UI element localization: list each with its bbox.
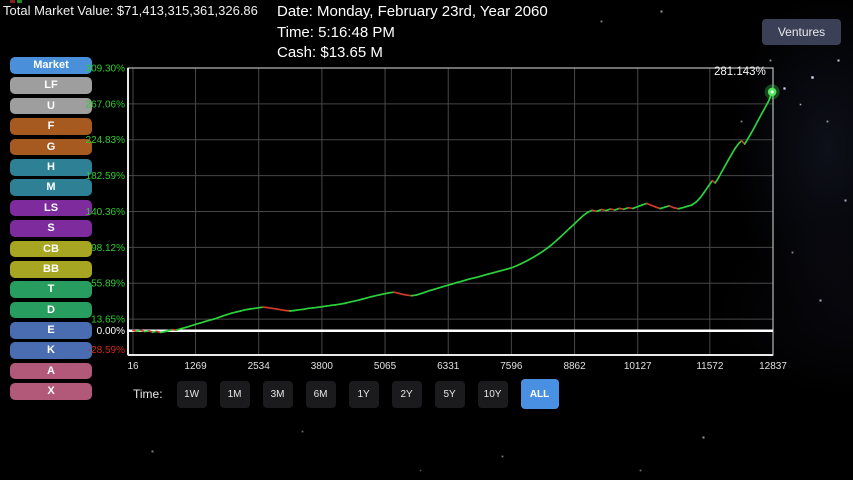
- series-segment: [570, 224, 575, 228]
- time-range-1y-button[interactable]: 1Y: [349, 381, 379, 408]
- y-axis-tick-label: -28.59%: [88, 345, 125, 356]
- series-segment: [748, 133, 751, 139]
- time-range-all-button[interactable]: ALL: [521, 379, 559, 409]
- y-axis-tick-label: 55.89%: [91, 279, 125, 290]
- x-axis-tick-label: 10127: [624, 361, 652, 372]
- series-segment: [751, 127, 754, 133]
- series-segment: [190, 324, 195, 326]
- series-segment: [552, 241, 556, 245]
- x-axis-tick-label: 1269: [184, 361, 207, 372]
- x-axis-tick-label: 6331: [437, 361, 460, 372]
- series-segment: [575, 219, 579, 223]
- time-controls: Time: 1W 1M 3M 6M 1Y 2Y 5Y 10Y ALL: [133, 378, 559, 410]
- y-axis-tick-label: 0.00%: [97, 326, 125, 337]
- time-range-3m-button[interactable]: 3M: [263, 381, 293, 408]
- x-axis-tick-label: 3800: [311, 361, 334, 372]
- time-range-buttons: 1W 1M 3M 6M 1Y 2Y 5Y 10Y ALL: [177, 379, 559, 409]
- x-axis-tick-label: 5065: [374, 361, 397, 372]
- series-segment: [696, 198, 700, 202]
- series-segment: [557, 236, 561, 240]
- time-range-10y-button[interactable]: 10Y: [478, 381, 508, 408]
- series-segment: [700, 192, 704, 197]
- x-axis-tick-label: 12837: [759, 361, 787, 372]
- y-axis-tick-label: 309.30%: [86, 64, 126, 75]
- time-range-6m-button[interactable]: 6M: [306, 381, 336, 408]
- time-range-1m-button[interactable]: 1M: [220, 381, 250, 408]
- game-screen: Total Market Value: $71,413,315,361,326.…: [0, 0, 853, 480]
- series-segment: [728, 154, 731, 160]
- y-axis-tick-label: 13.65%: [91, 315, 125, 326]
- series-segment: [565, 228, 569, 232]
- y-axis-tick-label: 182.59%: [86, 171, 126, 182]
- x-axis-tick-label: 16: [127, 361, 139, 372]
- end-point-dot-core: [770, 90, 773, 93]
- series-segment: [735, 144, 738, 149]
- time-range-label: Time:: [133, 387, 163, 401]
- x-axis-tick-label: 7596: [500, 361, 523, 372]
- y-axis-tick-label: 98.12%: [91, 243, 125, 254]
- series-segment: [755, 120, 758, 127]
- time-range-1w-button[interactable]: 1W: [177, 381, 207, 408]
- series-segment: [732, 148, 735, 154]
- chart-end-value-label: 281.143%: [714, 66, 766, 78]
- time-range-2y-button[interactable]: 2Y: [392, 381, 422, 408]
- y-axis-tick-label: 140.36%: [86, 207, 126, 218]
- y-axis-tick-label: 267.06%: [86, 99, 126, 110]
- series-segment: [561, 232, 565, 236]
- y-axis-tick-label: 224.83%: [86, 135, 126, 146]
- series-segment: [762, 107, 765, 113]
- series-segment: [758, 114, 761, 120]
- series-segment: [725, 160, 728, 166]
- x-axis-tick-label: 2534: [248, 361, 271, 372]
- x-axis-tick-label: 11572: [696, 361, 724, 372]
- time-range-5y-button[interactable]: 5Y: [435, 381, 465, 408]
- series-segment: [721, 166, 724, 172]
- series-segment: [579, 215, 583, 219]
- x-axis-tick-label: 8862: [563, 361, 586, 372]
- series-segment: [704, 186, 708, 192]
